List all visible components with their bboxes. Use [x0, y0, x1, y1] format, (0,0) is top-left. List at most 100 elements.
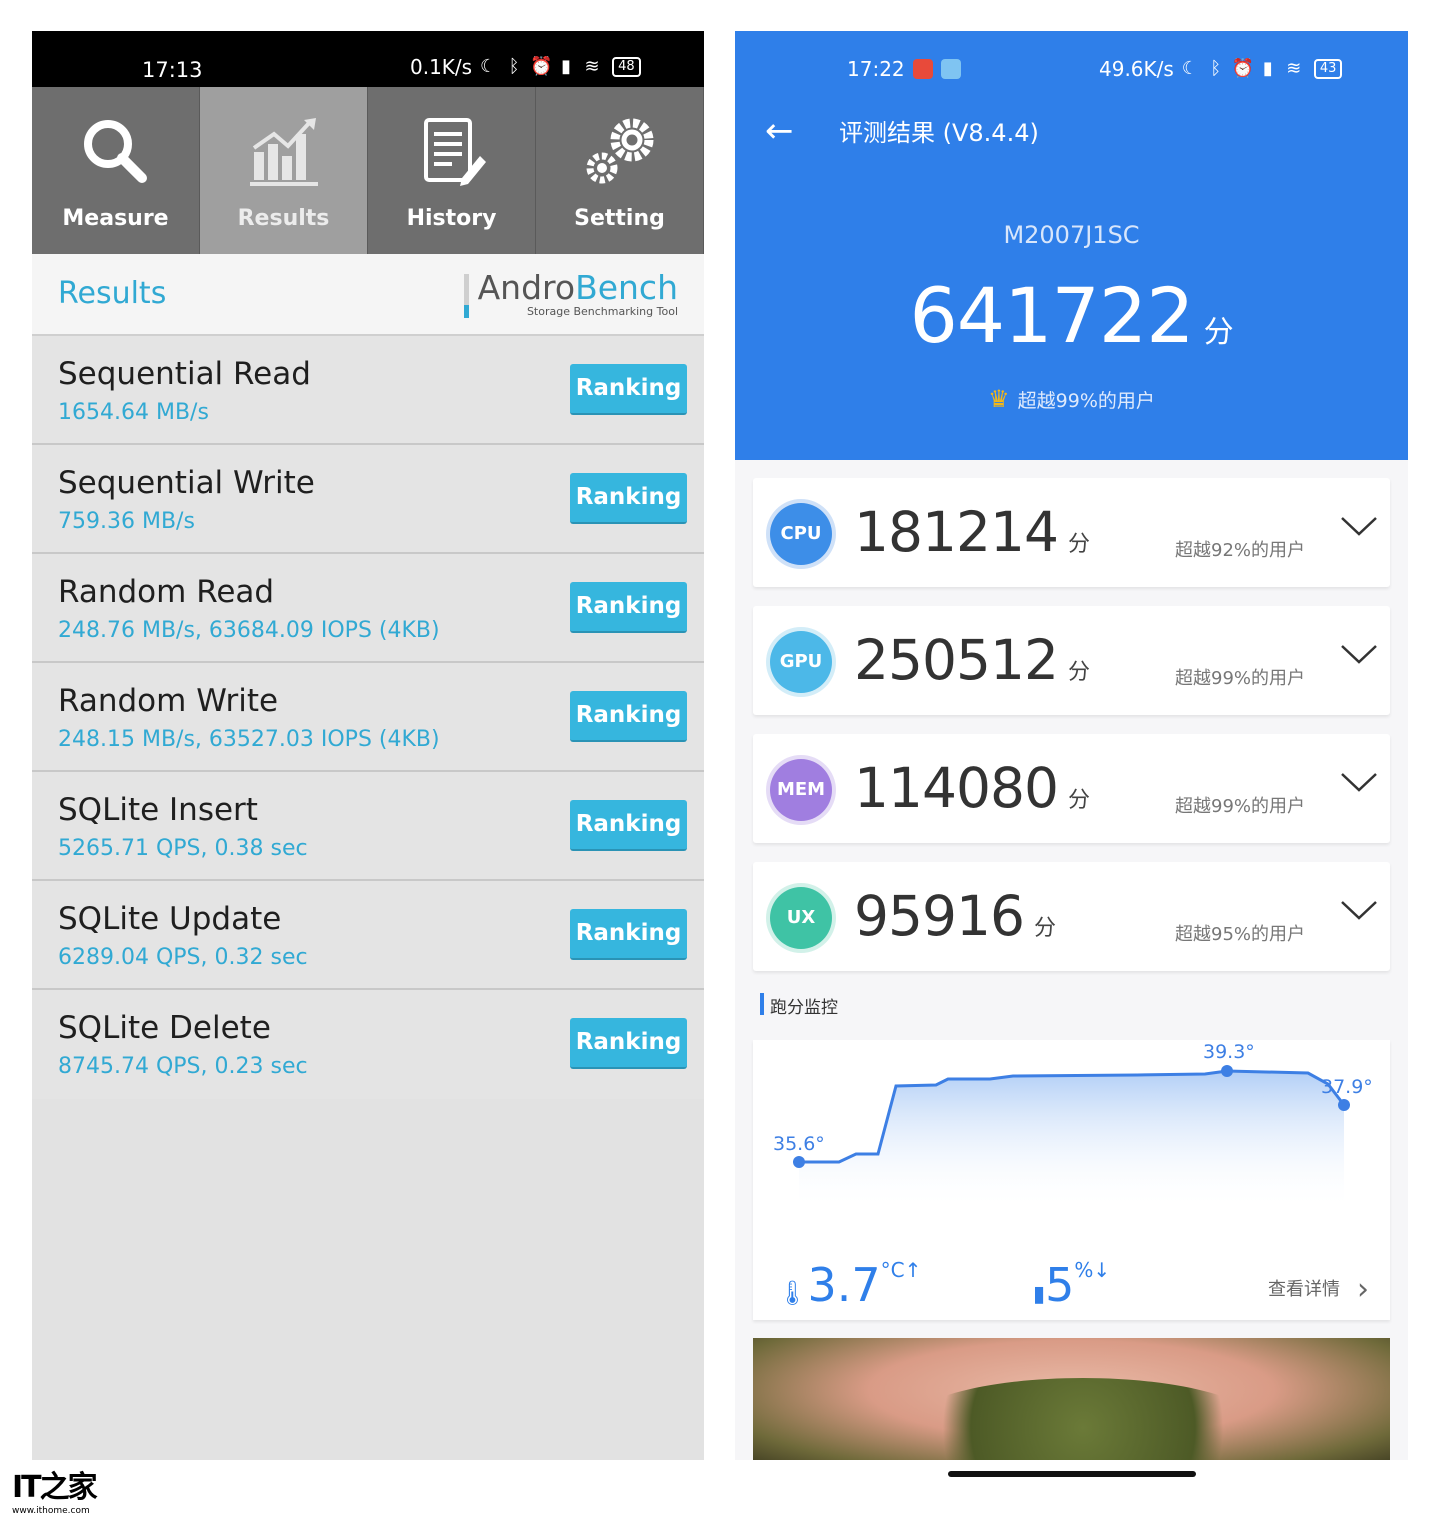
result-name: Sequential Write [58, 465, 315, 501]
result-name: Random Write [58, 683, 279, 719]
card-score-value: 114080 [854, 756, 1059, 820]
status-time: 17:13 [142, 58, 203, 82]
temperature-chart: 35.6° 39.3° 37.9° [773, 1041, 1373, 1210]
result-name: Sequential Read [58, 356, 311, 392]
chevron-down-icon[interactable] [1339, 510, 1379, 540]
notification-app-icon [913, 59, 933, 79]
status-bar: 17:13 0.1K/s ☾ ᛒ ⏰ ▮ ≋ 48 [32, 31, 704, 87]
battery-drop-stat: ▮5%↓ [1033, 1258, 1110, 1312]
score-header: 17:22 49.6K/s ☾ ᛒ ⏰ ▮ ≋ 43 ← 评测结果 (V8.4.… [735, 31, 1408, 460]
gpu-score-card[interactable]: GPU 250512 分 超越99%的用户 [753, 606, 1390, 715]
signal-icon: ▮ [561, 56, 572, 77]
ranking-button[interactable]: Ranking [570, 800, 687, 851]
signal-icon: ▮ [1262, 58, 1273, 79]
thermometer-icon: 🌡 [777, 1279, 808, 1307]
end-point [1338, 1099, 1350, 1111]
card-beat: 超越92%的用户 [1175, 540, 1306, 561]
watermark-logo: IT之家 [12, 1470, 98, 1505]
back-arrow-icon[interactable]: ← [765, 111, 794, 151]
tab-measure[interactable]: Measure [32, 87, 200, 254]
result-value: 8745.74 QPS, 0.23 sec [58, 1054, 308, 1079]
chevron-right-icon[interactable]: › [1357, 1272, 1369, 1307]
result-row: SQLite Update 6289.04 QPS, 0.32 sec Rank… [32, 881, 704, 990]
ranking-button[interactable]: Ranking [570, 1018, 687, 1069]
ranking-button[interactable]: Ranking [570, 582, 687, 633]
status-time: 17:22 [847, 57, 905, 81]
result-value: 1654.64 MB/s [58, 400, 209, 425]
net-speed: 0.1K/s [410, 55, 473, 79]
gears-icon [586, 118, 653, 184]
chevron-down-icon[interactable] [1339, 638, 1379, 668]
result-value: 6289.04 QPS, 0.32 sec [58, 945, 308, 970]
mem-score-card[interactable]: MEM 114080 分 超越99%的用户 [753, 734, 1390, 843]
alarm-icon: ⏰ [1231, 58, 1255, 79]
tab-bar: Measure Results History Setting [32, 87, 704, 254]
ranking-button[interactable]: Ranking [570, 364, 687, 415]
weather-icon [941, 59, 961, 79]
chart-icon [249, 118, 318, 186]
document-icon [423, 118, 486, 186]
card-score: 181214 分 [854, 500, 1090, 564]
tab-setting[interactable]: Setting [536, 87, 704, 254]
score-unit: 分 [1033, 916, 1056, 941]
logo-text-bench: Bench [575, 268, 678, 307]
tab-label: Measure [62, 206, 169, 231]
score-unit: 分 [1067, 532, 1090, 557]
card-score: 114080 分 [854, 756, 1090, 820]
ad-banner-image[interactable] [753, 1338, 1390, 1460]
battery-icon: 48 [612, 57, 641, 77]
score-unit: 分 [1067, 660, 1090, 685]
total-score-value: 641722 [909, 271, 1194, 360]
cpu-score-card[interactable]: CPU 181214 分 超越92%的用户 [753, 478, 1390, 587]
crown-icon: ♛ [988, 385, 1010, 413]
moon-icon: ☾ [1181, 58, 1198, 79]
ranking-button[interactable]: Ranking [570, 909, 687, 960]
tab-label: History [406, 206, 497, 231]
wifi-icon: ≋ [584, 56, 600, 77]
logo-text-andro: Andro [477, 268, 576, 307]
magnifier-icon [83, 120, 147, 183]
ranking-button[interactable]: Ranking [570, 473, 687, 524]
result-name: SQLite Insert [58, 792, 258, 828]
tab-label: Setting [574, 206, 665, 231]
device-model: M2007J1SC [1003, 221, 1140, 249]
bluetooth-icon: ᛒ [508, 56, 520, 77]
temperature-monitor-card[interactable]: 35.6° 39.3° 37.9° 🌡3.7°C↑ ▮5%↓ 查看详情 › [753, 1040, 1390, 1320]
ranking-button[interactable]: Ranking [570, 691, 687, 742]
battery-icon: 43 [1313, 59, 1343, 79]
ux-badge: UX [770, 887, 832, 949]
result-row: SQLite Delete 8745.74 QPS, 0.23 sec Rank… [32, 990, 704, 1099]
page-title: Results [58, 276, 167, 311]
chevron-down-icon[interactable] [1339, 766, 1379, 796]
start-point [793, 1156, 805, 1168]
view-details-link[interactable]: 查看详情 [1268, 1275, 1340, 1301]
ithome-watermark: IT之家 www.ithome.com [12, 1462, 98, 1516]
tab-results[interactable]: Results [200, 87, 368, 254]
result-value: 248.15 MB/s, 63527.03 IOPS (4KB) [58, 727, 440, 752]
result-name: Random Read [58, 574, 275, 610]
results-header: Results AndroBench Storage Benchmarking … [32, 254, 704, 336]
home-indicator[interactable] [948, 1471, 1196, 1477]
card-score-value: 250512 [854, 628, 1059, 692]
card-score-value: 181214 [854, 500, 1059, 564]
peak-point [1221, 1065, 1233, 1077]
card-beat: 超越99%的用户 [1175, 796, 1306, 817]
wifi-icon: ≋ [1286, 58, 1302, 79]
moon-icon: ☾ [480, 56, 497, 77]
result-value: 5265.71 QPS, 0.38 sec [58, 836, 308, 861]
chevron-down-icon[interactable] [1339, 894, 1379, 924]
bluetooth-icon: ᛒ [1210, 58, 1222, 79]
ux-score-card[interactable]: UX 95916 分 超越95%的用户 [753, 862, 1390, 971]
card-score-value: 95916 [854, 884, 1025, 948]
battery-level-icon: ▮ [1033, 1282, 1046, 1307]
result-value: 759.36 MB/s [58, 509, 195, 534]
result-name: SQLite Delete [58, 1010, 271, 1046]
gpu-badge: GPU [770, 631, 832, 693]
battery-drop-unit: %↓ [1074, 1258, 1111, 1282]
peppercorn-image [903, 1378, 1263, 1460]
temp-rise-value: 3.7 [807, 1258, 881, 1312]
temp-rise-unit: °C↑ [880, 1258, 922, 1282]
tab-history[interactable]: History [368, 87, 536, 254]
result-row: Sequential Read 1654.64 MB/s Ranking [32, 336, 704, 445]
battery-drop-value: 5 [1045, 1258, 1075, 1312]
